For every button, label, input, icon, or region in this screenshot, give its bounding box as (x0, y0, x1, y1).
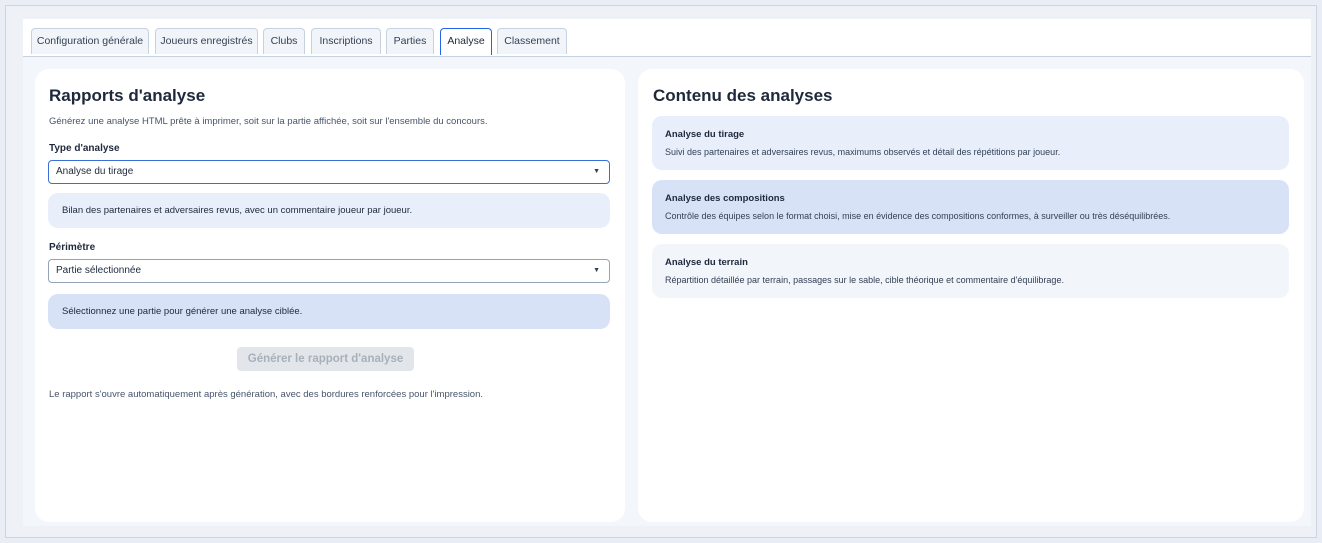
tab-clubs[interactable]: Clubs (263, 28, 305, 54)
card-title: Analyse des compositions (665, 193, 785, 204)
tab-analysis[interactable]: Analyse (440, 28, 492, 55)
type-label: Type d'analyse (49, 143, 120, 154)
analysis-type-value: Analyse du tirage (56, 166, 134, 177)
app-window: Configuration générale Joueurs enregistr… (23, 19, 1311, 526)
card-text: Contrôle des équipes selon le format cho… (665, 211, 1171, 221)
footer-note: Le rapport s'ouvre automatiquement après… (49, 389, 484, 400)
scope-info-box: Sélectionnez une partie pour générer une… (48, 294, 610, 329)
app-frame: Configuration générale Joueurs enregistr… (5, 5, 1317, 538)
tab-bar: Configuration générale Joueurs enregistr… (23, 19, 1311, 57)
generate-report-button[interactable]: Générer le rapport d'analyse (237, 347, 414, 371)
analysis-reports-panel: Rapports d'analyse Générez une analyse H… (35, 69, 625, 522)
analysis-type-select[interactable]: Analyse du tirage ▼ (48, 160, 610, 184)
tab-registrations[interactable]: Inscriptions (311, 28, 381, 54)
card-text: Répartition détaillée par terrain, passa… (665, 275, 1064, 285)
tab-games[interactable]: Parties (386, 28, 434, 54)
analysis-card-terrain: Analyse du terrain Répartition détaillée… (652, 244, 1289, 298)
scope-value: Partie sélectionnée (56, 265, 142, 276)
card-text: Suivi des partenaires et adversaires rev… (665, 147, 1061, 157)
type-info-box: Bilan des partenaires et adversaires rev… (48, 193, 610, 228)
chevron-down-icon: ▼ (593, 267, 600, 274)
analysis-card-compositions: Analyse des compositions Contrôle des éq… (652, 180, 1289, 234)
panel-title: Contenu des analyses (653, 86, 833, 105)
card-title: Analyse du tirage (665, 129, 745, 140)
tab-ranking[interactable]: Classement (497, 28, 567, 54)
panel-description: Générez une analyse HTML prête à imprime… (49, 116, 488, 127)
scope-select[interactable]: Partie sélectionnée ▼ (48, 259, 610, 283)
tab-configuration[interactable]: Configuration générale (31, 28, 149, 54)
panel-title: Rapports d'analyse (49, 86, 206, 105)
chevron-down-icon: ▼ (593, 168, 600, 175)
analysis-card-draw: Analyse du tirage Suivi des partenaires … (652, 116, 1289, 170)
card-title: Analyse du terrain (665, 257, 748, 268)
analysis-contents-panel: Contenu des analyses Analyse du tirage S… (638, 69, 1304, 522)
scope-label: Périmètre (49, 242, 96, 253)
tab-players[interactable]: Joueurs enregistrés (155, 28, 258, 54)
